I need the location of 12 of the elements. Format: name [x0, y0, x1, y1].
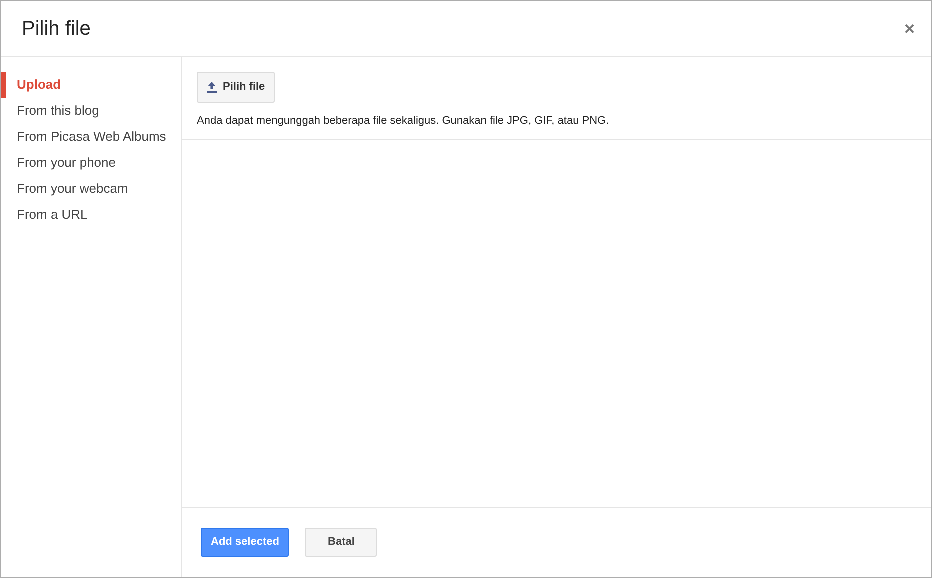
upload-hint: Anda dapat mengunggah beberapa file sekaligus. Gunakan file JPG, GIF, atau PNG. [197, 114, 610, 128]
upload-icon [207, 82, 217, 93]
sidebar-item[interactable]: From Picasa Web Albums [1, 124, 181, 150]
sidebar-item[interactable]: From this blog [1, 98, 181, 124]
sidebar-item[interactable]: From your webcam [1, 176, 181, 202]
close-button[interactable]: × [900, 20, 919, 38]
sidebar-item[interactable]: Upload [1, 72, 181, 98]
cancel-button[interactable]: Batal [305, 528, 378, 557]
sidebar-item[interactable]: From your phone [1, 150, 181, 176]
dialog-title: Pilih file [22, 16, 91, 40]
choose-file-button[interactable]: Pilih file [197, 72, 276, 102]
sidebar-item[interactable]: From a URL [1, 202, 181, 228]
